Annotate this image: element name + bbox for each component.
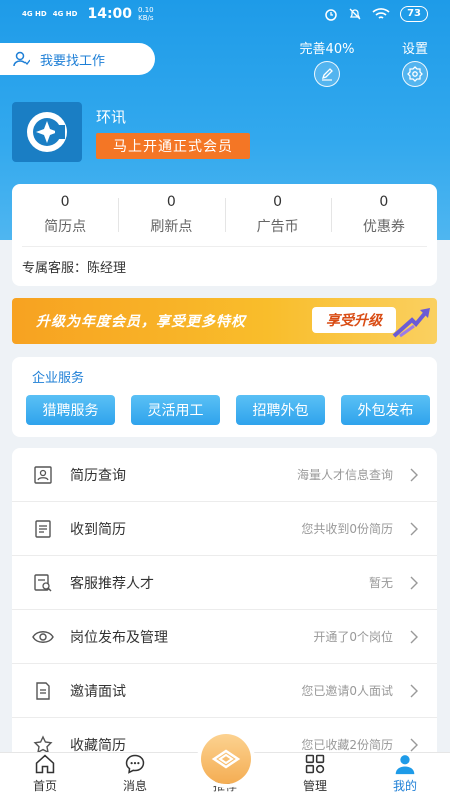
tab-messages[interactable]: 消息 [90, 753, 180, 800]
find-job-button[interactable]: 我要找工作 [0, 43, 155, 75]
stats-card: 0 简历点 0 刷新点 0 广告币 0 优惠券 专属客服：陈经理 [12, 184, 437, 286]
menu-desc: 暂无 [368, 576, 393, 590]
complete-profile-label: 完善40% [299, 42, 355, 57]
tab-label: 消息 [122, 779, 147, 793]
menu-list: 简历查询 海量人才信息查询 收到简历 您共收到0份简历 客服推荐人才 暂无 岗位… [12, 448, 437, 758]
banner-text: 升级为年度会员，享受更多特权 [36, 314, 246, 330]
received-resume-icon [32, 518, 54, 540]
settings-button[interactable]: 设置 [390, 38, 440, 87]
enterprise-services-title: 企业服务 [32, 371, 85, 386]
stat-value: 0 [379, 194, 389, 210]
stat-label: 优惠券 [362, 219, 405, 235]
menu-desc: 开通了0个岗位 [313, 630, 393, 644]
stat-value: 0 [60, 194, 70, 210]
stat-resume-points[interactable]: 0 简历点 [12, 194, 118, 236]
tab-label: 我的 [392, 779, 417, 793]
network-indicator-1: 4G HD [22, 10, 47, 18]
eye-icon [32, 626, 54, 648]
outsourcing-publish-button[interactable]: 外包发布 [341, 395, 430, 425]
menu-item-resume-search[interactable]: 简历查询 海量人才信息查询 [12, 448, 437, 502]
stat-value: 0 [166, 194, 176, 210]
resume-search-icon [32, 464, 54, 486]
enterprise-services-card: 企业服务 猎聘服务 灵活用工 招聘外包 外包发布 [12, 357, 437, 437]
profile-icon [395, 755, 415, 775]
dedicated-service: 专属客服：陈经理 [22, 246, 427, 276]
tab-home[interactable]: 首页 [0, 753, 90, 800]
chevron-right-icon [410, 468, 418, 481]
complete-profile-button[interactable]: 完善40% [292, 38, 362, 87]
tab-label: 管理 [302, 779, 327, 793]
menu-item-received-resumes[interactable]: 收到简历 您共收到0份简历 [12, 502, 437, 556]
manage-icon [305, 754, 325, 774]
menu-desc: 您已收藏2份简历 [301, 738, 393, 752]
menu-item-job-management[interactable]: 岗位发布及管理 开通了0个岗位 [12, 610, 437, 664]
network-indicator-2: 4G HD [52, 10, 78, 18]
menu-label: 简历查询 [70, 467, 126, 484]
find-job-label: 我要找工作 [40, 53, 106, 69]
gear-icon [402, 61, 428, 87]
vip-upgrade-button[interactable]: 马上开通正式会员 [96, 133, 250, 159]
stat-refresh-points[interactable]: 0 刷新点 [118, 194, 224, 236]
company-name: 环讯 [96, 108, 127, 126]
stat-ad-coins[interactable]: 0 广告币 [224, 194, 331, 236]
menu-item-recommended-talent[interactable]: 客服推荐人才 暂无 [12, 556, 437, 610]
network-speed: 0.10 KB/s [138, 6, 154, 22]
flexible-work-button[interactable]: 灵活用工 [131, 395, 220, 425]
user-icon [13, 51, 30, 67]
menu-label: 邀请面试 [70, 683, 126, 700]
home-icon [35, 754, 55, 774]
chevron-right-icon [410, 522, 418, 535]
menu-desc: 您已邀请0人面试 [301, 684, 393, 698]
recommend-icon [211, 749, 241, 769]
menu-label: 收到简历 [70, 521, 126, 538]
menu-desc: 您共收到0份简历 [301, 522, 393, 536]
stat-label: 刷新点 [150, 219, 193, 235]
clock: 14:00 [87, 6, 133, 22]
tab-profile[interactable]: 我的 [360, 753, 450, 800]
battery-indicator: 73 [400, 6, 428, 22]
chevron-right-icon [410, 576, 418, 589]
stat-label: 广告币 [256, 219, 299, 235]
arrow-up-icon [392, 308, 430, 338]
mute-icon [349, 8, 361, 20]
menu-item-interview-invites[interactable]: 邀请面试 您已邀请0人面试 [12, 664, 437, 718]
chevron-right-icon [410, 630, 418, 643]
stat-value: 0 [273, 194, 283, 210]
recommend-talent-icon [32, 572, 54, 594]
recruitment-outsourcing-button[interactable]: 招聘外包 [236, 395, 325, 425]
stat-coupons[interactable]: 0 优惠券 [330, 194, 437, 236]
menu-desc: 海量人才信息查询 [296, 468, 393, 482]
settings-label: 设置 [401, 42, 428, 57]
tab-manage[interactable]: 管理 [270, 753, 360, 800]
chevron-right-icon [410, 684, 418, 697]
status-bar: 4G HD 4G HD 14:00 0.10 KB/s 73 [0, 0, 450, 30]
menu-label: 岗位发布及管理 [70, 629, 168, 646]
chevron-right-icon [410, 738, 418, 751]
message-icon [125, 754, 145, 774]
stat-label: 简历点 [44, 219, 87, 235]
edit-icon [314, 61, 340, 87]
company-logo [12, 102, 82, 162]
headhunting-button[interactable]: 猎聘服务 [26, 395, 115, 425]
menu-label: 客服推荐人才 [70, 575, 154, 592]
tab-label: 首页 [32, 779, 57, 793]
banner-upgrade-button[interactable]: 享受升级 [312, 307, 396, 333]
wifi-icon [372, 8, 390, 19]
alarm-icon [325, 9, 337, 21]
document-icon [32, 680, 54, 702]
upgrade-banner[interactable]: 升级为年度会员，享受更多特权 享受升级 [12, 298, 437, 344]
recommend-fab[interactable] [201, 734, 251, 784]
